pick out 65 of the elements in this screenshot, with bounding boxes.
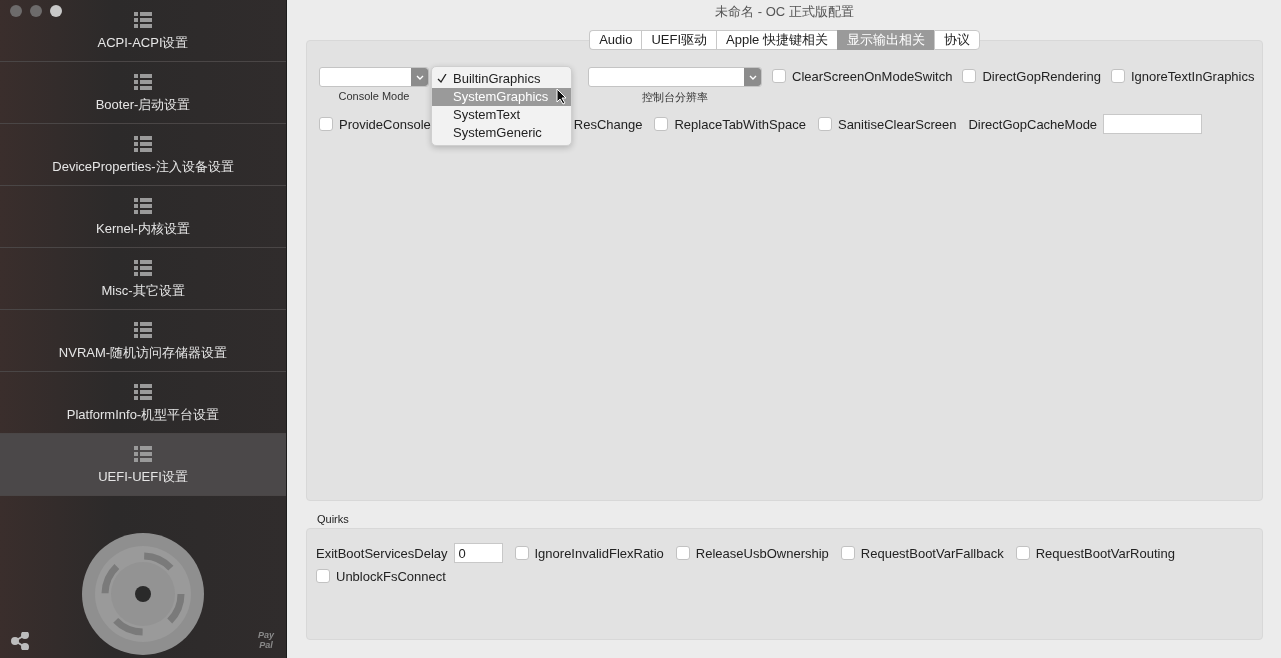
list-icon — [134, 445, 152, 462]
checkbox[interactable] — [514, 546, 529, 560]
checkmark-icon — [437, 74, 447, 84]
field-caption: 控制台分辨率 — [642, 90, 708, 105]
checkbox-label: SanitiseClearScreen — [837, 116, 957, 132]
sidebar-item[interactable]: DeviceProperties-注入设备设置 — [0, 124, 286, 186]
checkbox[interactable] — [1110, 69, 1125, 83]
menu-item[interactable]: BuiltinGraphics — [432, 70, 571, 88]
close-window-button[interactable] — [10, 5, 22, 17]
checkbox[interactable] — [817, 117, 832, 131]
list-icon — [134, 11, 152, 28]
checkbox-label: ResChange — [573, 116, 643, 132]
checkbox[interactable] — [675, 546, 690, 560]
checkbox-label: IgnoreTextInGraphics — [1130, 68, 1255, 84]
checkbox-label: ProvideConsole — [339, 116, 431, 132]
checkbox-label: ClearScreenOnModeSwitch — [792, 68, 953, 84]
checkbox-label: UnblockFsConnect — [336, 568, 446, 584]
list-icon — [134, 259, 152, 276]
chevron-down-icon — [748, 74, 757, 80]
checkbox-label: DirectGopRendering — [982, 68, 1101, 84]
chevron-down-icon — [415, 74, 424, 80]
checkbox[interactable] — [654, 117, 669, 131]
cursor-icon — [556, 88, 568, 105]
tab[interactable]: Apple 快捷键相关 — [716, 30, 837, 50]
menu-item[interactable]: SystemGeneric — [432, 124, 571, 142]
checkbox[interactable] — [772, 69, 786, 83]
checkbox-label: ReleaseUsbOwnership — [695, 545, 829, 561]
field-label: ExitBootServicesDelay — [316, 545, 448, 561]
list-icon — [134, 321, 152, 338]
tab[interactable]: UEFI驱动 — [641, 30, 716, 50]
sidebar-item[interactable]: Misc-其它设置 — [0, 248, 286, 310]
sidebar-item[interactable]: Kernel-内核设置 — [0, 186, 286, 248]
checkbox[interactable] — [1015, 546, 1030, 560]
paypal-link[interactable]: Pay Pal — [254, 630, 278, 650]
sidebar-item[interactable]: UEFI-UEFI设置 — [0, 434, 286, 496]
group-title: Quirks — [317, 513, 350, 525]
list-icon — [134, 135, 152, 152]
checkbox-label: RequestBootVarRouting — [1035, 545, 1175, 561]
list-icon — [134, 383, 152, 400]
menu-item[interactable]: SystemText — [432, 106, 571, 124]
checkbox-label: IgnoreInvalidFlexRatio — [534, 545, 664, 561]
checkbox[interactable] — [316, 569, 330, 583]
share-icon[interactable] — [11, 632, 29, 650]
gear-disc-icon — [81, 532, 205, 656]
checkbox[interactable] — [319, 117, 333, 131]
console-mode-dropdown[interactable] — [319, 67, 429, 87]
list-icon — [134, 197, 152, 214]
input-field[interactable] — [1103, 114, 1203, 134]
window-title: 未命名 - OC 正式版配置 — [714, 3, 855, 21]
sidebar-item[interactable]: Booter-启动设置 — [0, 62, 286, 124]
checkbox[interactable] — [840, 546, 855, 560]
field-caption: Console Mode — [338, 90, 410, 102]
tab[interactable]: Audio — [589, 30, 642, 50]
checkbox[interactable] — [962, 69, 977, 83]
tab[interactable]: 协议 — [933, 30, 980, 50]
checkbox-label: ReplaceTabWithSpace — [674, 116, 806, 132]
input-field[interactable]: 0 — [453, 543, 503, 563]
list-icon — [134, 73, 152, 90]
sidebar-item[interactable]: NVRAM-随机访问存储器设置 — [0, 310, 286, 372]
field-label: DirectGopCacheMode — [968, 116, 1098, 132]
checkbox-label: RequestBootVarFallback — [860, 545, 1004, 561]
minimize-window-button[interactable] — [30, 5, 42, 17]
sidebar-item[interactable]: ACPI-ACPI设置 — [0, 0, 286, 62]
zoom-window-button[interactable] — [50, 5, 62, 17]
resolution-dropdown[interactable] — [588, 67, 762, 87]
